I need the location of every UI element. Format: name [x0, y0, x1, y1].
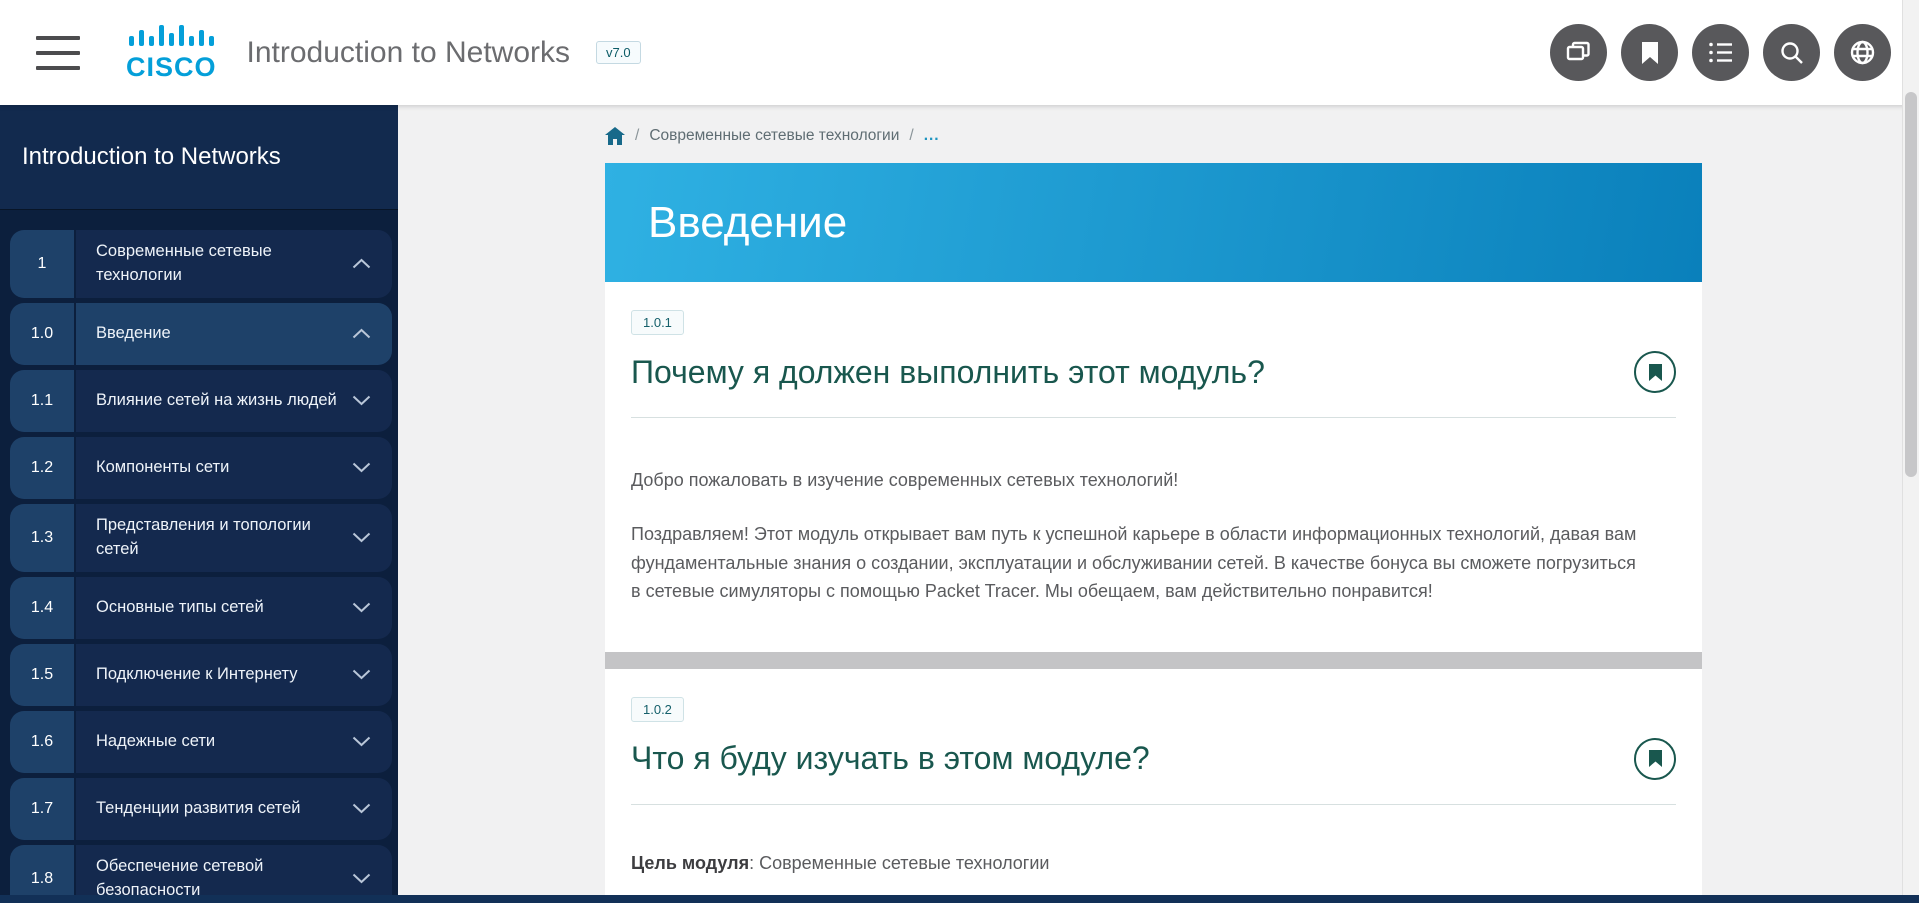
bookmark-topic-button[interactable] — [1634, 351, 1676, 393]
nav-item-number: 1.6 — [10, 711, 74, 773]
sidebar-nav-item[interactable]: 1.0 Введение — [10, 303, 392, 365]
scrollbar-thumb[interactable] — [1905, 92, 1917, 477]
topic-heading: Что я буду изучать в этом модуле? — [631, 740, 1634, 777]
banner-title: Введение — [648, 198, 847, 248]
breadcrumb-module-link[interactable]: Современные сетевые технологии — [649, 127, 899, 145]
table-of-contents-button[interactable] — [1692, 24, 1749, 81]
sidebar-course-title: Introduction to Networks — [0, 105, 398, 210]
section-divider — [631, 804, 1676, 805]
globe-icon — [1849, 39, 1876, 66]
sidebar-nav-item[interactable]: 1.2 Компоненты сети — [10, 437, 392, 499]
sidebar-nav-item[interactable]: 1.7 Тенденции развития сетей — [10, 778, 392, 840]
module-banner: Введение — [605, 163, 1702, 282]
nav-item-label: Введение — [96, 322, 348, 346]
sidebar-nav-item[interactable]: 1 Современные сетевые технологии — [10, 230, 392, 298]
course-title: Introduction to Networks — [247, 36, 570, 70]
hamburger-menu-icon[interactable] — [36, 36, 80, 70]
nav-item-number: 1.1 — [10, 370, 74, 432]
chevron-icon — [348, 873, 374, 884]
nav-item-label: Влияние сетей на жизнь людей — [96, 389, 348, 413]
vertical-scrollbar[interactable] — [1902, 0, 1919, 903]
chevron-icon — [348, 532, 374, 543]
cisco-logo-text: CISCO — [126, 55, 217, 79]
topic-number-badge: 1.0.1 — [631, 310, 684, 335]
version-badge: v7.0 — [596, 41, 641, 64]
nav-item-number: 1.0 — [10, 303, 74, 365]
search-icon — [1779, 40, 1805, 66]
lesson-card: Введение 1.0.1 Почему я должен выполнить… — [605, 163, 1702, 903]
nav-item-label: Основные типы сетей — [96, 596, 348, 620]
sidebar-nav-item[interactable]: 1.5 Подключение к Интернету — [10, 644, 392, 706]
nav-item-label: Представления и топологии сетей — [96, 514, 348, 562]
search-button[interactable] — [1763, 24, 1820, 81]
bookmarks-button[interactable] — [1621, 24, 1678, 81]
section-divider — [631, 417, 1676, 418]
chevron-icon — [348, 602, 374, 613]
sidebar-nav-item[interactable]: 1.4 Основные типы сетей — [10, 577, 392, 639]
chevron-icon — [348, 395, 374, 406]
nav-item-number: 1 — [10, 230, 74, 298]
sidebar-nav-item[interactable]: 1.6 Надежные сети — [10, 711, 392, 773]
cisco-logo-bars — [127, 25, 215, 55]
nav-item-label: Надежные сети — [96, 730, 348, 754]
nav-item-label: Современные сетевые технологии — [96, 240, 348, 288]
sidebar-nav-item[interactable]: 1.3 Представления и топологии сетей — [10, 504, 392, 572]
window-stack-icon — [1565, 39, 1592, 66]
sidebar-nav-item[interactable]: 1.1 Влияние сетей на жизнь людей — [10, 370, 392, 432]
chevron-icon — [348, 328, 374, 339]
nav-item-label: Компоненты сети — [96, 456, 348, 480]
content-area: / Современные сетевые технологии / ... В… — [398, 105, 1902, 903]
course-sidebar: Introduction to Networks 1 Современные с… — [0, 105, 398, 903]
paragraph: Добро пожаловать в изучение современных … — [631, 466, 1641, 494]
nav-item-label: Подключение к Интернету — [96, 663, 348, 687]
module-goal-text: : Современные сетевые технологии — [749, 853, 1049, 873]
list-icon — [1707, 40, 1734, 65]
chevron-icon — [348, 803, 374, 814]
module-goal-label: Цель модуля — [631, 853, 749, 873]
breadcrumb-separator: / — [909, 127, 913, 145]
chevron-icon — [348, 669, 374, 680]
bottom-bar — [0, 895, 1919, 903]
language-button[interactable] — [1834, 24, 1891, 81]
nav-item-number: 1.4 — [10, 577, 74, 639]
app-header: CISCO Introduction to Networks v7.0 — [0, 0, 1919, 105]
chevron-icon — [348, 258, 374, 269]
window-stack-button[interactable] — [1550, 24, 1607, 81]
nav-item-number: 1.3 — [10, 504, 74, 572]
breadcrumb-separator: / — [635, 127, 639, 145]
bookmark-icon — [1648, 749, 1663, 768]
bookmark-topic-button[interactable] — [1634, 738, 1676, 780]
bookmark-icon — [1638, 40, 1662, 66]
home-icon[interactable] — [605, 127, 625, 145]
header-icon-group — [1550, 24, 1891, 81]
bookmark-icon — [1648, 363, 1663, 382]
module-nav-list: 1 Современные сетевые технологии 1.0 Вве… — [0, 210, 398, 903]
topic-number-badge: 1.0.2 — [631, 697, 684, 722]
paragraph: Поздравляем! Этот модуль открывает вам п… — [631, 520, 1641, 605]
page: CISCO Introduction to Networks v7.0 — [0, 0, 1919, 903]
topic-heading: Почему я должен выполнить этот модуль? — [631, 354, 1634, 391]
breadcrumb-ellipsis[interactable]: ... — [924, 127, 940, 145]
nav-item-number: 1.5 — [10, 644, 74, 706]
chevron-icon — [348, 736, 374, 747]
breadcrumb: / Современные сетевые технологии / ... — [605, 127, 1902, 145]
section-separator-band — [605, 652, 1702, 669]
nav-item-number: 1.2 — [10, 437, 74, 499]
chevron-icon — [348, 462, 374, 473]
nav-item-number: 1.7 — [10, 778, 74, 840]
cisco-logo: CISCO — [126, 25, 217, 79]
nav-item-label: Тенденции развития сетей — [96, 797, 348, 821]
